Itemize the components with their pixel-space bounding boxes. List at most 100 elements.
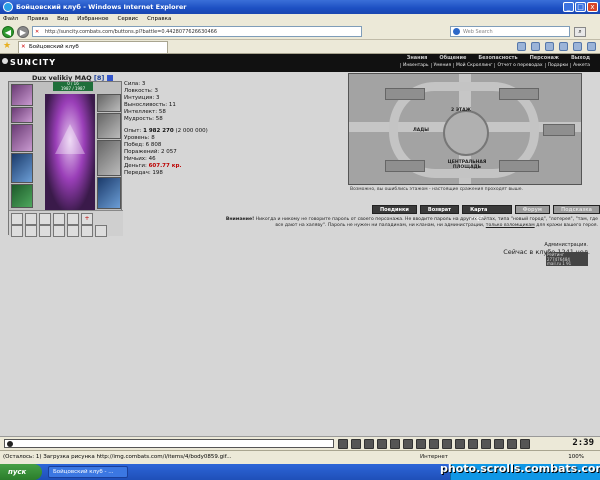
belt-item-12[interactable] xyxy=(95,225,107,237)
club-map-button[interactable]: Карта клуба xyxy=(462,205,512,222)
send-icon[interactable] xyxy=(338,439,348,449)
clock-icon[interactable] xyxy=(520,439,530,449)
address-input[interactable]: ✕ http://suncity.combats.com/buttons.pl?… xyxy=(32,26,362,37)
sound-icon[interactable] xyxy=(390,439,400,449)
belt-item-10[interactable] xyxy=(67,225,79,237)
menu-favorites[interactable]: Избранное xyxy=(77,16,108,22)
belt-slot[interactable] xyxy=(11,184,33,208)
window-title-bar: Бойцовский клуб - Windows Internet Explo… xyxy=(0,0,600,14)
search-input[interactable]: Web Search xyxy=(450,26,570,37)
warning-link[interactable]: только взломщикам xyxy=(486,223,535,228)
window-controls: _ □ x xyxy=(563,2,598,12)
menu-exit[interactable]: Выход xyxy=(571,55,590,61)
smiles-icon[interactable] xyxy=(364,439,374,449)
refresh-icon[interactable] xyxy=(416,439,426,449)
clan-icon[interactable] xyxy=(442,439,452,449)
gloves-slot[interactable] xyxy=(97,94,121,112)
stat-intuition: Интуиция: 3 xyxy=(124,94,160,101)
central-square[interactable] xyxy=(443,110,489,156)
belt-item-4[interactable] xyxy=(53,213,65,225)
submenu-inventory[interactable]: Инвентарь xyxy=(399,63,429,68)
menu-knowledge[interactable]: Знания xyxy=(407,55,428,61)
back-button[interactable]: ◀ xyxy=(2,25,14,38)
tab-fightclub[interactable]: ✕ Бойцовский клуб xyxy=(18,41,168,53)
forum-button[interactable]: Форум xyxy=(514,205,550,214)
map-buttons: Поединки Возврат Карта клуба Форум Подск… xyxy=(372,205,600,222)
belt-item-3[interactable] xyxy=(39,213,51,225)
address-url: http://suncity.combats.com/buttons.pl?ba… xyxy=(45,29,218,35)
stat-strength: Сила: 3 xyxy=(124,81,146,87)
building-nw[interactable] xyxy=(385,88,425,100)
close-button[interactable]: x xyxy=(587,2,598,12)
menu-file[interactable]: Файл xyxy=(3,16,18,22)
menu-character[interactable]: Персонаж xyxy=(530,55,559,61)
favorites-star-icon[interactable]: ★ xyxy=(3,42,11,51)
search-provider-icon xyxy=(453,28,460,35)
settings-icon[interactable] xyxy=(429,439,439,449)
friends-icon[interactable] xyxy=(455,439,465,449)
weapon-slot[interactable] xyxy=(11,124,33,152)
tools-menu-icon[interactable] xyxy=(573,42,582,51)
belt-item-11[interactable] xyxy=(81,225,93,237)
plus-icon[interactable]: + xyxy=(81,213,93,225)
logs-icon[interactable] xyxy=(481,439,491,449)
earring-slot[interactable] xyxy=(11,107,33,123)
belt-item-1[interactable] xyxy=(11,213,23,225)
window-title: Бойцовский клуб - Windows Internet Explo… xyxy=(16,3,187,11)
filter-icon[interactable] xyxy=(377,439,387,449)
belt-item-7[interactable] xyxy=(25,225,37,237)
minimize-button[interactable]: _ xyxy=(563,2,574,12)
duels-button[interactable]: Поединки xyxy=(372,205,417,214)
menu-security[interactable]: Безопасность xyxy=(478,55,517,61)
scroll-icon[interactable] xyxy=(468,439,478,449)
private-icon[interactable] xyxy=(507,439,517,449)
stat-experience: Опыт: 1 982 270 (2 000 000) xyxy=(124,128,208,135)
belt-item-5[interactable] xyxy=(67,213,79,225)
translit-icon[interactable] xyxy=(403,439,413,449)
submenu-skills[interactable]: Умения xyxy=(430,63,451,68)
building-se[interactable] xyxy=(499,160,539,172)
home-icon[interactable] xyxy=(517,42,526,51)
forward-button[interactable]: ▶ xyxy=(17,25,29,38)
chat-input[interactable] xyxy=(4,439,334,448)
taskbar-item-ie[interactable]: Бойцовский клуб - ... xyxy=(48,466,128,478)
building-ne[interactable] xyxy=(499,88,539,100)
stat-losses: Поражений: 2 057 xyxy=(124,149,177,156)
trade-icon[interactable] xyxy=(494,439,504,449)
belt-item-9[interactable] xyxy=(53,225,65,237)
submenu-scrolling[interactable]: Мой Скроллинг xyxy=(453,63,492,68)
offhand-slot[interactable] xyxy=(97,140,121,176)
boots-slot[interactable] xyxy=(97,177,121,209)
menu-help[interactable]: Справка xyxy=(147,16,171,22)
belt-item-6[interactable] xyxy=(11,225,23,237)
ie-logo-icon xyxy=(3,2,13,12)
hint-button[interactable]: Подсказка xyxy=(552,205,600,214)
feeds-icon[interactable] xyxy=(531,42,540,51)
menu-edit[interactable]: Правка xyxy=(27,16,48,22)
helmet-slot[interactable] xyxy=(11,84,33,106)
building-sw[interactable] xyxy=(385,160,425,172)
rating-counter[interactable]: Рейтинг 277476484 mail.ru 1 91 xyxy=(546,252,588,266)
belt-item-2[interactable] xyxy=(25,213,37,225)
search-icon[interactable]: ⌕ xyxy=(574,27,586,37)
exp-value: 1 982 270 xyxy=(143,128,174,135)
start-button[interactable]: пуск xyxy=(0,464,42,480)
menu-communication[interactable]: Общение xyxy=(439,55,466,61)
page-menu-icon[interactable] xyxy=(559,42,568,51)
help-icon[interactable] xyxy=(587,42,596,51)
security-warning: Внимание! Никогда и никому не говорите п… xyxy=(218,217,598,229)
shield-slot[interactable] xyxy=(97,113,121,139)
belt-item-8[interactable] xyxy=(39,225,51,237)
building-east[interactable] xyxy=(543,124,575,136)
print-icon[interactable] xyxy=(545,42,554,51)
submenu-transfers[interactable]: Отчет о переводах xyxy=(494,63,543,68)
submenu-profile[interactable]: Анкета xyxy=(570,63,590,68)
clear-icon[interactable] xyxy=(351,439,361,449)
money-value: 607.77 кр. xyxy=(148,162,182,169)
return-button[interactable]: Возврат xyxy=(419,205,460,214)
maximize-button[interactable]: □ xyxy=(575,2,586,12)
menu-view[interactable]: Вид xyxy=(57,16,68,22)
menu-tools[interactable]: Сервис xyxy=(118,16,139,22)
submenu-gifts[interactable]: Подарки xyxy=(544,63,568,68)
armor-slot[interactable] xyxy=(11,153,33,183)
